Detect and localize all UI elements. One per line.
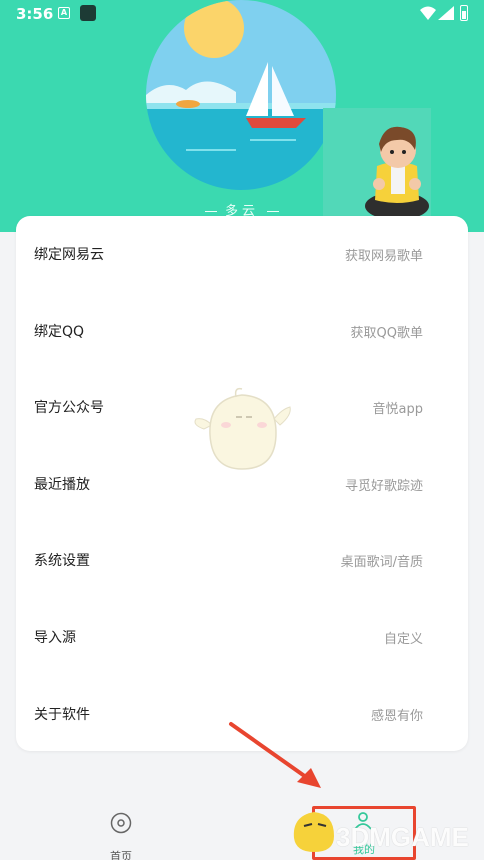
menu-item-label: 最近播放 — [34, 477, 90, 493]
pointer-arrow-icon — [229, 722, 321, 788]
mascot-watermark-icon — [194, 387, 291, 470]
nav-home-tab[interactable]: 首页 — [92, 812, 150, 860]
status-time: 3:56 — [16, 5, 54, 23]
menu-item-label: 官方公众号 — [34, 400, 104, 416]
nav-home-label: 首页 — [110, 850, 132, 860]
menu-item-label: 关于软件 — [34, 707, 90, 723]
watermark-text: 3DMGAME — [336, 822, 469, 852]
menu-item-value: 寻觅好歌踪迹 — [344, 479, 423, 494]
notification-a-icon: A — [58, 7, 70, 19]
3dmgame-logo-icon — [293, 812, 334, 852]
menu-item-value: 音悦app — [372, 402, 423, 417]
battery-icon — [460, 5, 468, 21]
settings-menu: 绑定网易云 获取网易歌单 绑定QQ 获取QQ歌单 官方公众号 音悦app 最近播… — [16, 216, 468, 751]
weather-illustration — [146, 0, 336, 190]
menu-item-qq[interactable]: 绑定QQ 获取QQ歌单 — [16, 293, 468, 370]
menu-item-netease[interactable]: 绑定网易云 获取网易歌单 — [16, 216, 468, 293]
menu-item-label: 绑定QQ — [34, 324, 85, 340]
wifi-icon — [420, 6, 436, 20]
menu-item-label: 绑定网易云 — [34, 247, 104, 263]
menu-item-value: 获取QQ歌单 — [350, 326, 423, 341]
signal-icon — [438, 6, 454, 20]
menu-item-value: 自定义 — [383, 632, 423, 647]
menu-item-system-settings[interactable]: 系统设置 桌面歌词/音质 — [16, 522, 468, 599]
music-disc-icon — [110, 812, 132, 834]
user-avatar[interactable] — [323, 108, 431, 224]
menu-item-value: 桌面歌词/音质 — [340, 555, 423, 570]
menu-item-label: 导入源 — [34, 630, 76, 646]
notification-app-icon — [80, 5, 96, 21]
menu-item-value: 获取网易歌单 — [344, 249, 423, 264]
menu-item-import-source[interactable]: 导入源 自定义 — [16, 599, 468, 676]
menu-item-label: 系统设置 — [34, 553, 90, 569]
menu-item-value: 感恩有你 — [370, 709, 423, 724]
